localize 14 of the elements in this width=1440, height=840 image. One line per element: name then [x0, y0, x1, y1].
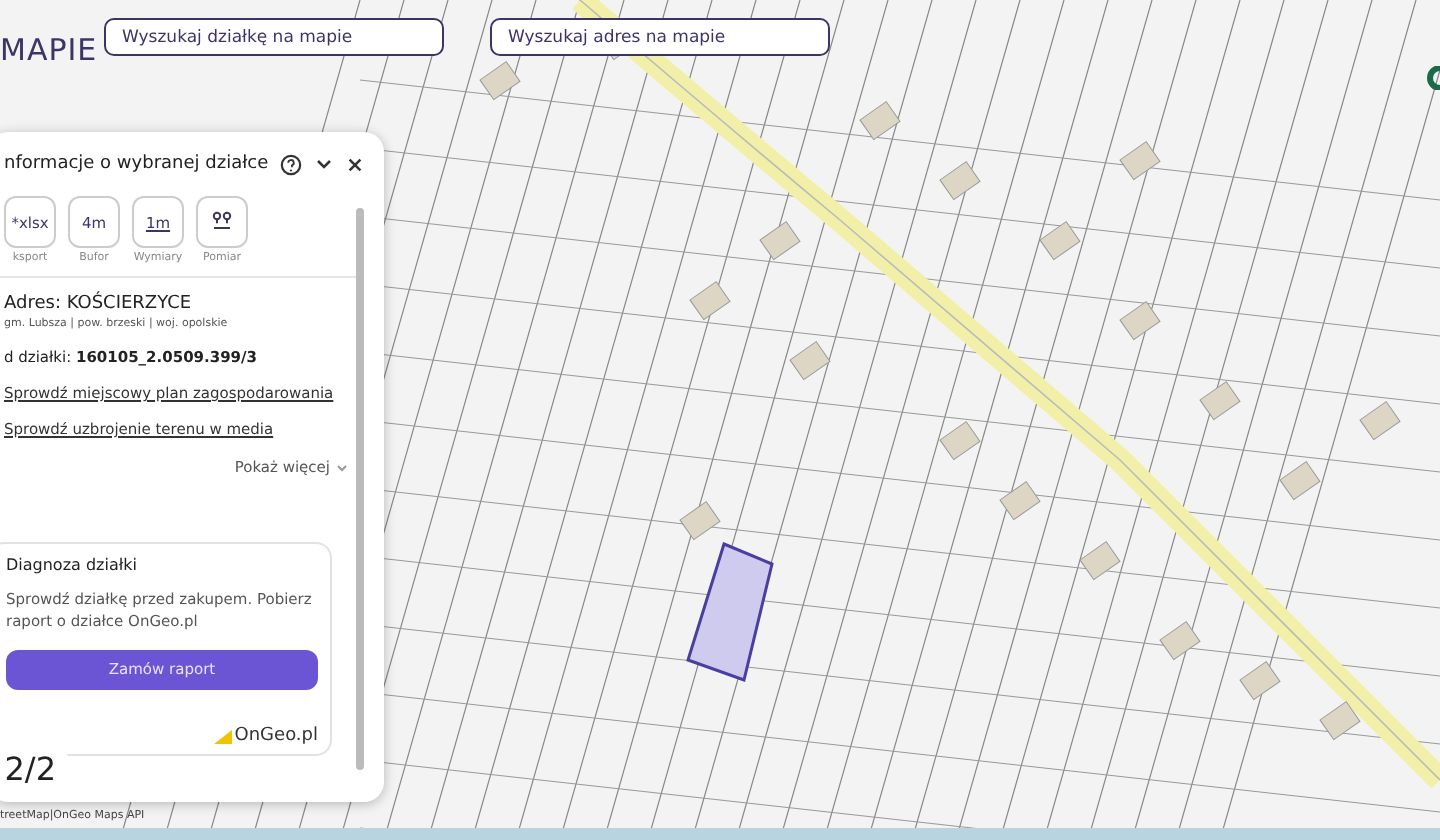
logo-text: OnGeo.pl [234, 726, 318, 746]
card-title: Diagnoza działki [6, 556, 140, 574]
chevron-down-icon [336, 461, 348, 473]
help-icon[interactable] [280, 152, 303, 176]
search-field[interactable]: Wyszukaj działkę na mapie [104, 18, 444, 56]
search-field[interactable]: Wyszukaj adres na mapie [490, 18, 830, 56]
panel-title: nformacje o wybranej działce [4, 154, 269, 174]
pins-icon [210, 210, 234, 234]
brand-name: MAPIE [0, 32, 98, 68]
scrollbar[interactable] [356, 208, 364, 770]
address-text: Adres: KOŚCIERZYCE [4, 294, 194, 314]
logo-icon [1424, 66, 1440, 90]
measure-button[interactable] [196, 196, 248, 248]
logo-icon [214, 729, 233, 743]
